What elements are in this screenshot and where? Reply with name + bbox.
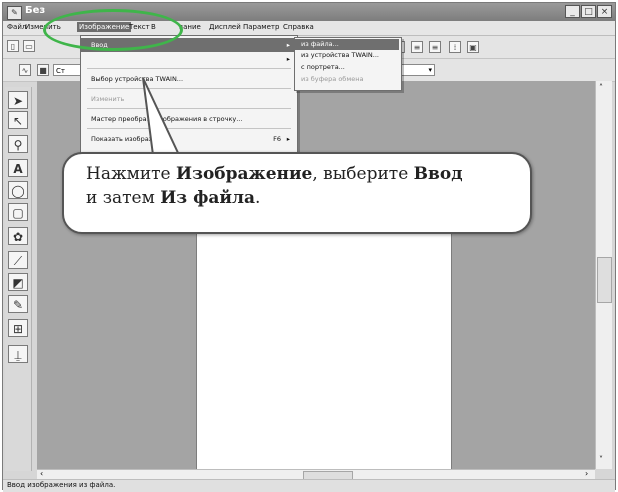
menu-item-twain-select[interactable]: Выбор устройства TWAIN... bbox=[81, 72, 295, 86]
menu-item-image-wizard[interactable]: Мастер преобра… изображения в строчку... bbox=[81, 112, 295, 126]
menu-separator bbox=[87, 108, 291, 109]
zoom-icon[interactable]: ⚲ bbox=[8, 135, 28, 153]
grid-icon[interactable]: ⁞ bbox=[449, 41, 461, 53]
new-file-icon[interactable]: ▯ bbox=[7, 40, 19, 52]
menu-item-blank[interactable]: ▸ bbox=[81, 52, 295, 66]
submenu-item-from-twain[interactable]: из устройства TWAIN... bbox=[295, 50, 399, 61]
image-menu-dropdown: Ввод ▸ ▸ Выбор устройства TWAIN... Измен… bbox=[80, 35, 298, 157]
open-file-icon[interactable]: ▭ bbox=[23, 40, 35, 52]
menu-item-modify[interactable]: Изменить bbox=[81, 92, 295, 106]
menu-display[interactable]: Дисплей bbox=[209, 23, 241, 31]
shape-tool-icon[interactable]: ◯ bbox=[8, 181, 28, 199]
fill-tool-icon[interactable]: ◩ bbox=[8, 273, 28, 291]
scroll-down-icon[interactable]: ˅ bbox=[599, 455, 603, 464]
app-window: ✎ Без _ □ × Файл Изменить Изображение Те… bbox=[2, 2, 616, 492]
instruction-callout: Нажмите Изображение, выберите Ввод и зат… bbox=[62, 152, 532, 234]
chevron-down-icon: ▾ bbox=[428, 66, 432, 74]
menu-item-show-image-label: Показать изображ… bbox=[91, 135, 162, 143]
close-button[interactable]: × bbox=[597, 5, 612, 18]
menu-item-show-image[interactable]: Показать изображ… F6 ▸ bbox=[81, 132, 295, 146]
app-icon: ✎ bbox=[7, 6, 22, 20]
submenu-item-from-portrait[interactable]: с портрета... bbox=[295, 62, 399, 73]
callout-bold-input: Ввод bbox=[413, 164, 463, 184]
align-center-icon[interactable]: ≡ bbox=[429, 41, 441, 53]
input-submenu: из файла... из устройства TWAIN... с пор… bbox=[294, 37, 402, 91]
scroll-up-icon[interactable]: ˄ bbox=[599, 83, 603, 92]
callout-line2-prefix: и затем bbox=[86, 188, 161, 208]
menu-separator bbox=[87, 88, 291, 89]
callout-bold-image: Изображение bbox=[176, 164, 313, 184]
scroll-left-icon[interactable]: ‹ bbox=[40, 469, 43, 478]
submenu-item-from-clipboard[interactable]: из буфера обмена bbox=[295, 74, 399, 85]
submenu-item-from-file[interactable]: из файла... bbox=[295, 39, 399, 50]
menu-help[interactable]: Справка bbox=[283, 23, 314, 31]
menu-separator bbox=[87, 68, 291, 69]
stamp-icon[interactable]: ⍊ bbox=[8, 345, 28, 363]
callout-prefix: Нажмите bbox=[86, 164, 177, 184]
select-arrow-icon[interactable]: ➤ bbox=[8, 91, 28, 109]
view-icon[interactable]: ▣ bbox=[467, 41, 479, 53]
maximize-button[interactable]: □ bbox=[581, 5, 596, 18]
submenu-arrow-icon: ▸ bbox=[286, 135, 290, 143]
callout-bold-from-file: Из файла bbox=[160, 188, 256, 208]
highlight-ellipse bbox=[43, 9, 183, 51]
menu-separator bbox=[87, 128, 291, 129]
line-style-icon[interactable]: ∿ bbox=[19, 64, 31, 76]
callout-suffix: . bbox=[255, 188, 261, 208]
menu-options[interactable]: Параметр bbox=[243, 23, 279, 31]
color-swatch-icon[interactable]: ■ bbox=[37, 64, 49, 76]
submenu-arrow-icon: ▸ bbox=[286, 41, 290, 49]
design-page[interactable] bbox=[196, 194, 452, 484]
vertical-scrollbar[interactable]: ˄ ˅ bbox=[595, 81, 612, 469]
stitch-tool-icon[interactable]: ⟋ bbox=[8, 251, 28, 269]
pen-tool-icon[interactable]: ✎ bbox=[8, 295, 28, 313]
ruler-icon[interactable]: ⊞ bbox=[8, 319, 28, 337]
menu-file[interactable]: Файл bbox=[7, 23, 26, 31]
submenu-arrow-icon: ▸ bbox=[286, 55, 290, 63]
outline-tool-icon[interactable]: ✿ bbox=[8, 227, 28, 245]
text-tool-icon[interactable]: A bbox=[8, 159, 28, 177]
callout-mid: , выберите bbox=[312, 164, 414, 184]
status-bar: Ввод изображения из файла. bbox=[3, 479, 615, 492]
status-text: Ввод изображения из файла. bbox=[7, 481, 116, 489]
rect-tool-icon[interactable]: ▢ bbox=[8, 203, 28, 221]
align-left-icon[interactable]: ≡ bbox=[411, 41, 423, 53]
stitch-type-value: Ст bbox=[56, 67, 65, 75]
stitch-type-combo[interactable]: Ст bbox=[53, 64, 81, 76]
shortcut-f6: F6 bbox=[273, 135, 281, 143]
window-title: Без bbox=[25, 5, 46, 16]
callout-text: Нажмите Изображение, выберите Ввод и зат… bbox=[86, 162, 516, 210]
point-edit-icon[interactable]: ↖ bbox=[8, 111, 28, 129]
scroll-right-icon[interactable]: › bbox=[585, 469, 588, 478]
minimize-button[interactable]: _ bbox=[565, 5, 580, 18]
tool-palette: ➤ ↖ ⚲ A ◯ ▢ ✿ ⟋ ◩ ✎ ⊞ ⍊ bbox=[5, 87, 32, 471]
vertical-scroll-thumb[interactable] bbox=[597, 257, 612, 303]
